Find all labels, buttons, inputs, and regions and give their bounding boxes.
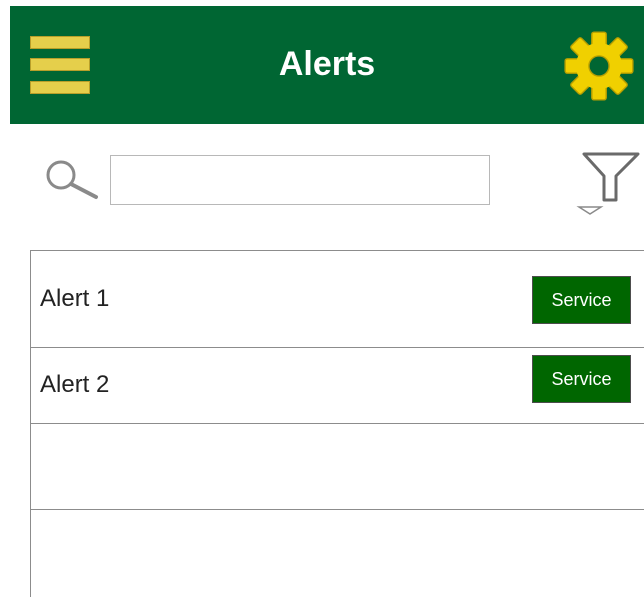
list-item — [31, 509, 644, 598]
list-item[interactable]: Alert 1 Service — [31, 251, 644, 348]
search-input[interactable] — [110, 155, 490, 205]
alert-label: Alert 1 — [40, 285, 110, 312]
search-icon — [46, 160, 98, 199]
alert-list: Alert 1 Service Alert 2 Service — [30, 250, 644, 597]
list-item — [31, 423, 644, 510]
list-item[interactable]: Alert 2 Service — [31, 347, 644, 424]
gear-icon[interactable] — [563, 30, 635, 102]
page-title: Alerts — [278, 45, 376, 83]
alert-label: Alert 2 — [40, 371, 110, 398]
service-button[interactable]: Service — [532, 276, 631, 324]
filter-icon[interactable] — [574, 150, 642, 218]
service-button[interactable]: Service — [532, 355, 631, 403]
app-header: Alerts — [10, 6, 644, 124]
